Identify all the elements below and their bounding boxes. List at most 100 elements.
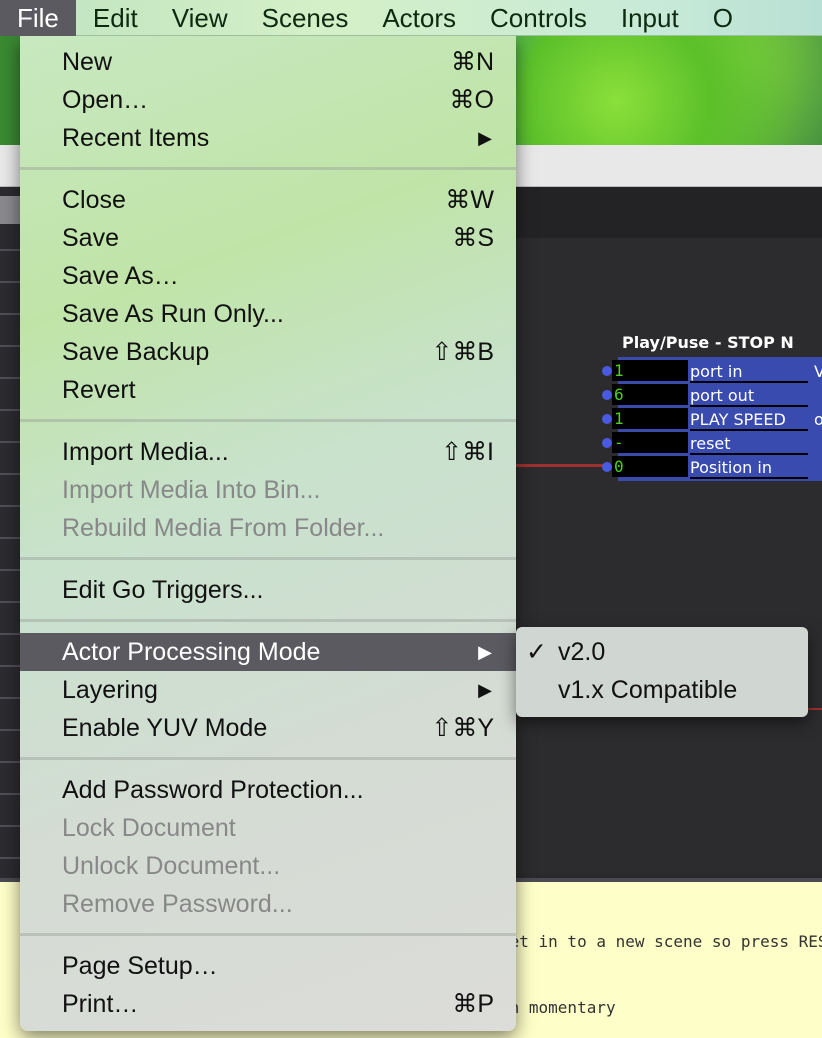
port-label: Position in (690, 458, 808, 479)
input-port: 1 port in V (602, 360, 822, 384)
shortcut-label: ⌘W (445, 186, 494, 214)
menu-item-recent-items[interactable]: Recent Items ▶ (20, 119, 516, 157)
menu-item-label: Recent Items (62, 124, 210, 152)
menu-item-save-as[interactable]: Save As… (20, 257, 516, 295)
menubar-item-actors[interactable]: Actors (365, 0, 473, 36)
left-panel-header (0, 196, 22, 224)
port-connector-icon[interactable] (602, 438, 612, 448)
port-value-field[interactable]: 0 (612, 456, 688, 477)
menubar-item-controls[interactable]: Controls (473, 0, 604, 36)
menu-item-print[interactable]: Print… ⌘P (20, 985, 516, 1023)
submenu-item-v2-0[interactable]: ✓ v2.0 (516, 633, 808, 671)
submenu-arrow-icon: ▶ (478, 128, 492, 148)
menu-separator (20, 157, 516, 181)
shortcut-label: ⇧⌘Y (431, 714, 494, 742)
input-port: 0 Position in (602, 456, 822, 480)
menu-item-label: Save As Run Only... (62, 300, 284, 328)
checkmark-icon: ✓ (526, 638, 547, 666)
menu-item-remove-password: Remove Password... (20, 885, 516, 923)
port-connector-icon[interactable] (602, 366, 612, 376)
menu-item-import-media[interactable]: Import Media... ⇧⌘I (20, 433, 516, 471)
menu-separator (20, 409, 516, 433)
menu-item-label: Remove Password... (62, 890, 293, 918)
submenu-item-label: v1.x Compatible (558, 676, 738, 704)
menu-item-label: Page Setup… (62, 952, 218, 980)
submenu-arrow-icon: ▶ (478, 680, 492, 700)
menu-item-label: Add Password Protection... (62, 776, 364, 804)
menubar-item-input[interactable]: Input (604, 0, 696, 36)
port-connector-icon[interactable] (602, 390, 612, 400)
menu-item-layering[interactable]: Layering ▶ (20, 671, 516, 709)
file-menu: New ⌘N Open… ⌘O Recent Items ▶ Close ⌘W Save ⌘S Sa… (20, 36, 516, 1031)
output-port-label: o (814, 410, 822, 429)
menu-item-label: Rebuild Media From Folder... (62, 514, 385, 542)
port-value-field[interactable]: 1 (612, 408, 688, 429)
menu-item-unlock-document: Unlock Document... (20, 847, 516, 885)
menu-item-save[interactable]: Save ⌘S (20, 219, 516, 257)
menu-item-rebuild-media-from-folder: Rebuild Media From Folder... (20, 509, 516, 547)
menu-bar: File Edit View Scenes Actors Controls Input O (0, 0, 822, 36)
shortcut-label: ⌘P (452, 990, 494, 1018)
menubar-item-view[interactable]: View (155, 0, 245, 36)
menu-item-label: Unlock Document... (62, 852, 281, 880)
actor-title[interactable]: Play/Puse - STOP N (622, 333, 794, 352)
port-connector-icon[interactable] (602, 462, 612, 472)
menu-item-label: Lock Document (62, 814, 236, 842)
shortcut-label: ⌘O (449, 86, 494, 114)
actor-processing-mode-submenu: ✓ v2.0 v1.x Compatible (516, 627, 808, 717)
menu-item-open[interactable]: Open… ⌘O (20, 81, 516, 119)
left-panel (0, 187, 22, 887)
port-label: port out (690, 386, 808, 407)
menubar-item-file[interactable]: File (0, 0, 76, 36)
menu-item-label: Import Media Into Bin... (62, 476, 321, 504)
note-text: get in to a new scene so press RES (500, 932, 822, 951)
submenu-item-v1-x-compatible[interactable]: v1.x Compatible (516, 671, 808, 709)
menu-item-enable-yuv-mode[interactable]: Enable YUV Mode ⇧⌘Y (20, 709, 516, 747)
port-value-field[interactable]: 6 (612, 384, 688, 405)
menu-item-save-as-run-only[interactable]: Save As Run Only... (20, 295, 516, 333)
menu-item-actor-processing-mode[interactable]: Actor Processing Mode ▶ (20, 633, 516, 671)
menu-item-import-media-into-bin: Import Media Into Bin... (20, 471, 516, 509)
menu-item-page-setup[interactable]: Page Setup… (20, 947, 516, 985)
menu-item-close[interactable]: Close ⌘W (20, 181, 516, 219)
menubar-item-edit[interactable]: Edit (76, 0, 155, 36)
menu-item-add-password-protection[interactable]: Add Password Protection... (20, 771, 516, 809)
actor-node[interactable]: 1 port in V 6 port out 1 PLAY SPEED o - reset 0 Pos… (602, 357, 822, 481)
menu-separator (20, 609, 516, 633)
submenu-arrow-icon: ▶ (478, 642, 492, 662)
menu-item-label: New (62, 48, 113, 76)
output-port-label: V (814, 362, 822, 381)
menu-item-lock-document: Lock Document (20, 809, 516, 847)
input-port: - reset (602, 432, 822, 456)
menu-item-new[interactable]: New ⌘N (20, 43, 516, 81)
port-label: port in (690, 362, 808, 383)
input-port: 6 port out (602, 384, 822, 408)
menubar-item-scenes[interactable]: Scenes (245, 0, 366, 36)
port-label: PLAY SPEED (690, 410, 808, 431)
shortcut-label: ⇧⌘B (431, 338, 494, 366)
menu-item-label: Layering (62, 676, 158, 704)
menu-separator (20, 547, 516, 571)
menu-item-label: Enable YUV Mode (62, 714, 268, 742)
menu-item-label: Print… (62, 990, 139, 1018)
port-connector-icon[interactable] (602, 414, 612, 424)
menu-item-revert[interactable]: Revert (20, 371, 516, 409)
menu-separator (20, 747, 516, 771)
shortcut-label: ⌘S (452, 224, 494, 252)
shortcut-label: ⌘N (450, 48, 494, 76)
menu-item-label: Close (62, 186, 126, 214)
menu-item-label: Edit Go Triggers... (62, 576, 264, 604)
menu-item-label: Save Backup (62, 338, 210, 366)
port-value-field[interactable]: - (612, 432, 688, 453)
menu-item-label: Import Media... (62, 438, 229, 466)
menu-item-edit-go-triggers[interactable]: Edit Go Triggers... (20, 571, 516, 609)
menu-item-label: Open… (62, 86, 149, 114)
port-value-field[interactable]: 1 (612, 360, 688, 381)
menu-item-save-backup[interactable]: Save Backup ⇧⌘B (20, 333, 516, 371)
menu-item-label: Revert (62, 376, 136, 404)
shortcut-label: ⇧⌘I (441, 438, 494, 466)
menu-item-label: Save As… (62, 262, 179, 290)
connection-wire (516, 464, 608, 467)
connection-wire (808, 708, 822, 710)
menubar-item-o[interactable]: O (696, 0, 750, 36)
